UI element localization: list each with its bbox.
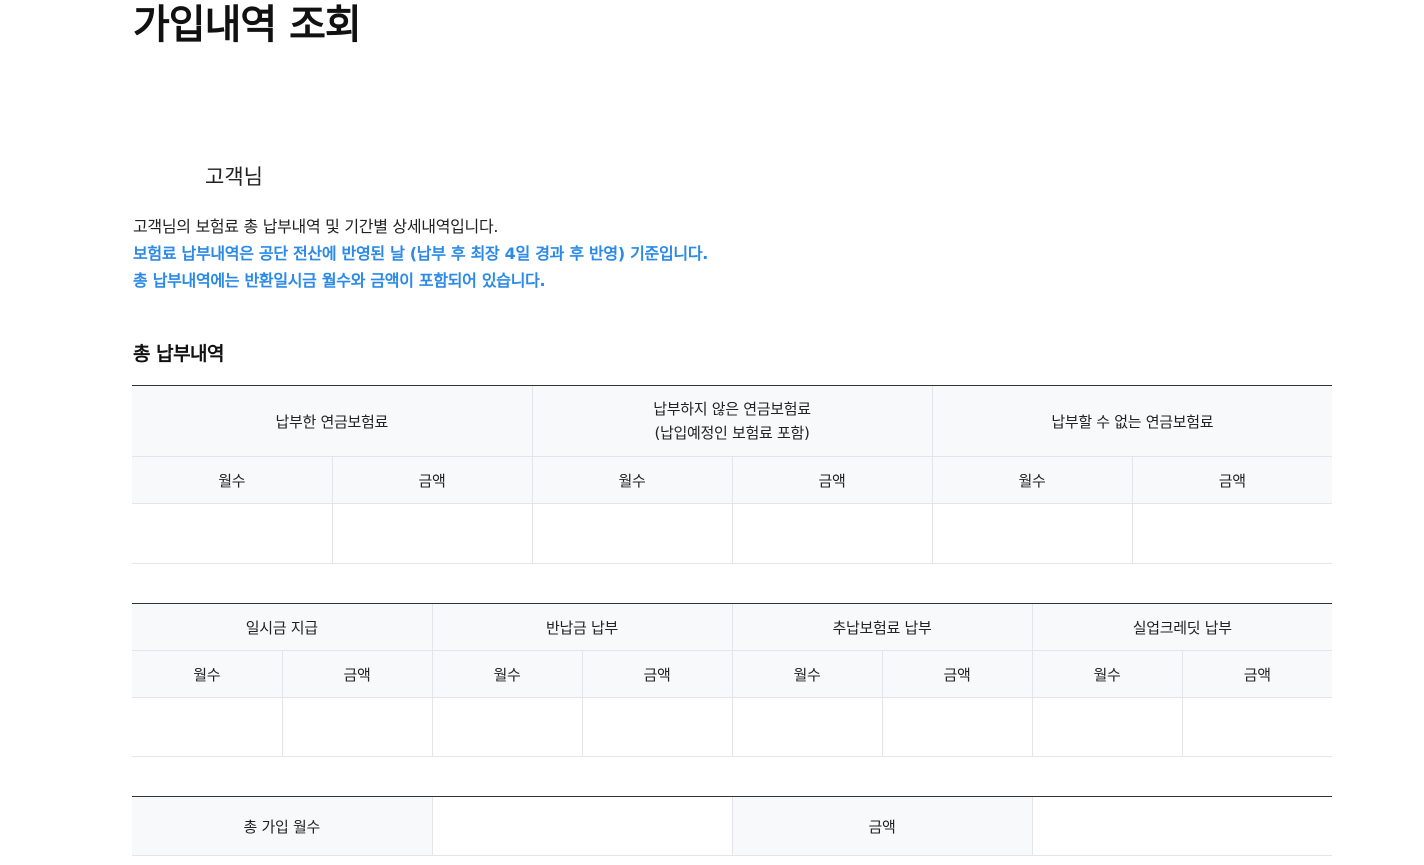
col-amount: 금액 [1181, 650, 1333, 698]
value-cell [132, 503, 332, 564]
section-title-total-payment: 총 납부내역 [133, 343, 225, 365]
header-total-enrollment-months: 총 가입 월수 [132, 796, 432, 856]
description-text: 고객님의 보험료 총 납부내역 및 기간별 상세내역입니다. [133, 217, 499, 236]
col-months: 월수 [531, 456, 733, 504]
description: 고객님의 보험료 총 납부내역 및 기간별 상세내역입니다. 보험료 납부내역은… [133, 213, 708, 294]
payment-summary-table: 납부한 연금보험료 납부하지 않은 연금보험료 (납입예정인 보험료 포함) 납… [132, 385, 1333, 564]
value-cell [881, 697, 1033, 757]
value-cell [331, 503, 533, 564]
customer-name: 고객님 [205, 165, 263, 189]
value-total-enrollment-months [431, 796, 732, 856]
value-cell [431, 697, 582, 757]
header-unpaid-premium-note: (납입예정인 보험료 포함) [654, 424, 810, 442]
header-refund-payment: 반납금 납부 [431, 603, 732, 651]
value-cell [1031, 697, 1183, 757]
page-title: 가입내역 조회 [133, 2, 362, 48]
header-unpaid-premium: 납부하지 않은 연금보험료 (납입예정인 보험료 포함) [531, 385, 933, 457]
value-cell [931, 503, 1133, 564]
value-cell [1181, 697, 1333, 757]
col-amount: 금액 [281, 650, 432, 698]
notice-reflection-date: 보험료 납부내역은 공단 전산에 반영된 날 (납부 후 최장 4일 경과 후 … [133, 244, 709, 263]
total-enrollment-table: 총 가입 월수 금액 [132, 796, 1332, 856]
header-additional-premium-payment: 추납보험료 납부 [731, 603, 1033, 651]
value-cell [1131, 503, 1333, 564]
value-cell [281, 697, 432, 757]
col-months: 월수 [1031, 650, 1183, 698]
col-amount: 금액 [881, 650, 1033, 698]
header-unpaid-premium-label: 납부하지 않은 연금보험료 [653, 400, 811, 418]
col-months: 월수 [931, 456, 1133, 504]
value-cell [731, 697, 882, 757]
col-amount: 금액 [331, 456, 533, 504]
col-months: 월수 [431, 650, 582, 698]
value-total-amount [1031, 796, 1332, 856]
value-cell [132, 697, 282, 757]
value-cell [531, 503, 733, 564]
col-amount: 금액 [731, 456, 933, 504]
header-unemployment-credit-payment: 실업크레딧 납부 [1031, 603, 1333, 651]
col-months: 월수 [132, 456, 332, 504]
header-total-amount: 금액 [731, 796, 1032, 856]
payment-detail-table: 일시금 지급 반납금 납부 추납보험료 납부 실업크레딧 납부 월수 금액 월수… [132, 603, 1333, 757]
col-months: 월수 [132, 650, 282, 698]
notice-refund-included: 총 납부내역에는 반환일시금 월수와 금액이 포함되어 있습니다. [133, 271, 546, 290]
header-paid-premium: 납부한 연금보험료 [132, 385, 533, 457]
col-months: 월수 [731, 650, 882, 698]
header-unpayable-premium: 납부할 수 없는 연금보험료 [931, 385, 1333, 457]
col-amount: 금액 [581, 650, 732, 698]
value-cell [731, 503, 933, 564]
col-amount: 금액 [1131, 456, 1333, 504]
header-lump-sum-payment: 일시금 지급 [132, 603, 432, 651]
value-cell [581, 697, 732, 757]
